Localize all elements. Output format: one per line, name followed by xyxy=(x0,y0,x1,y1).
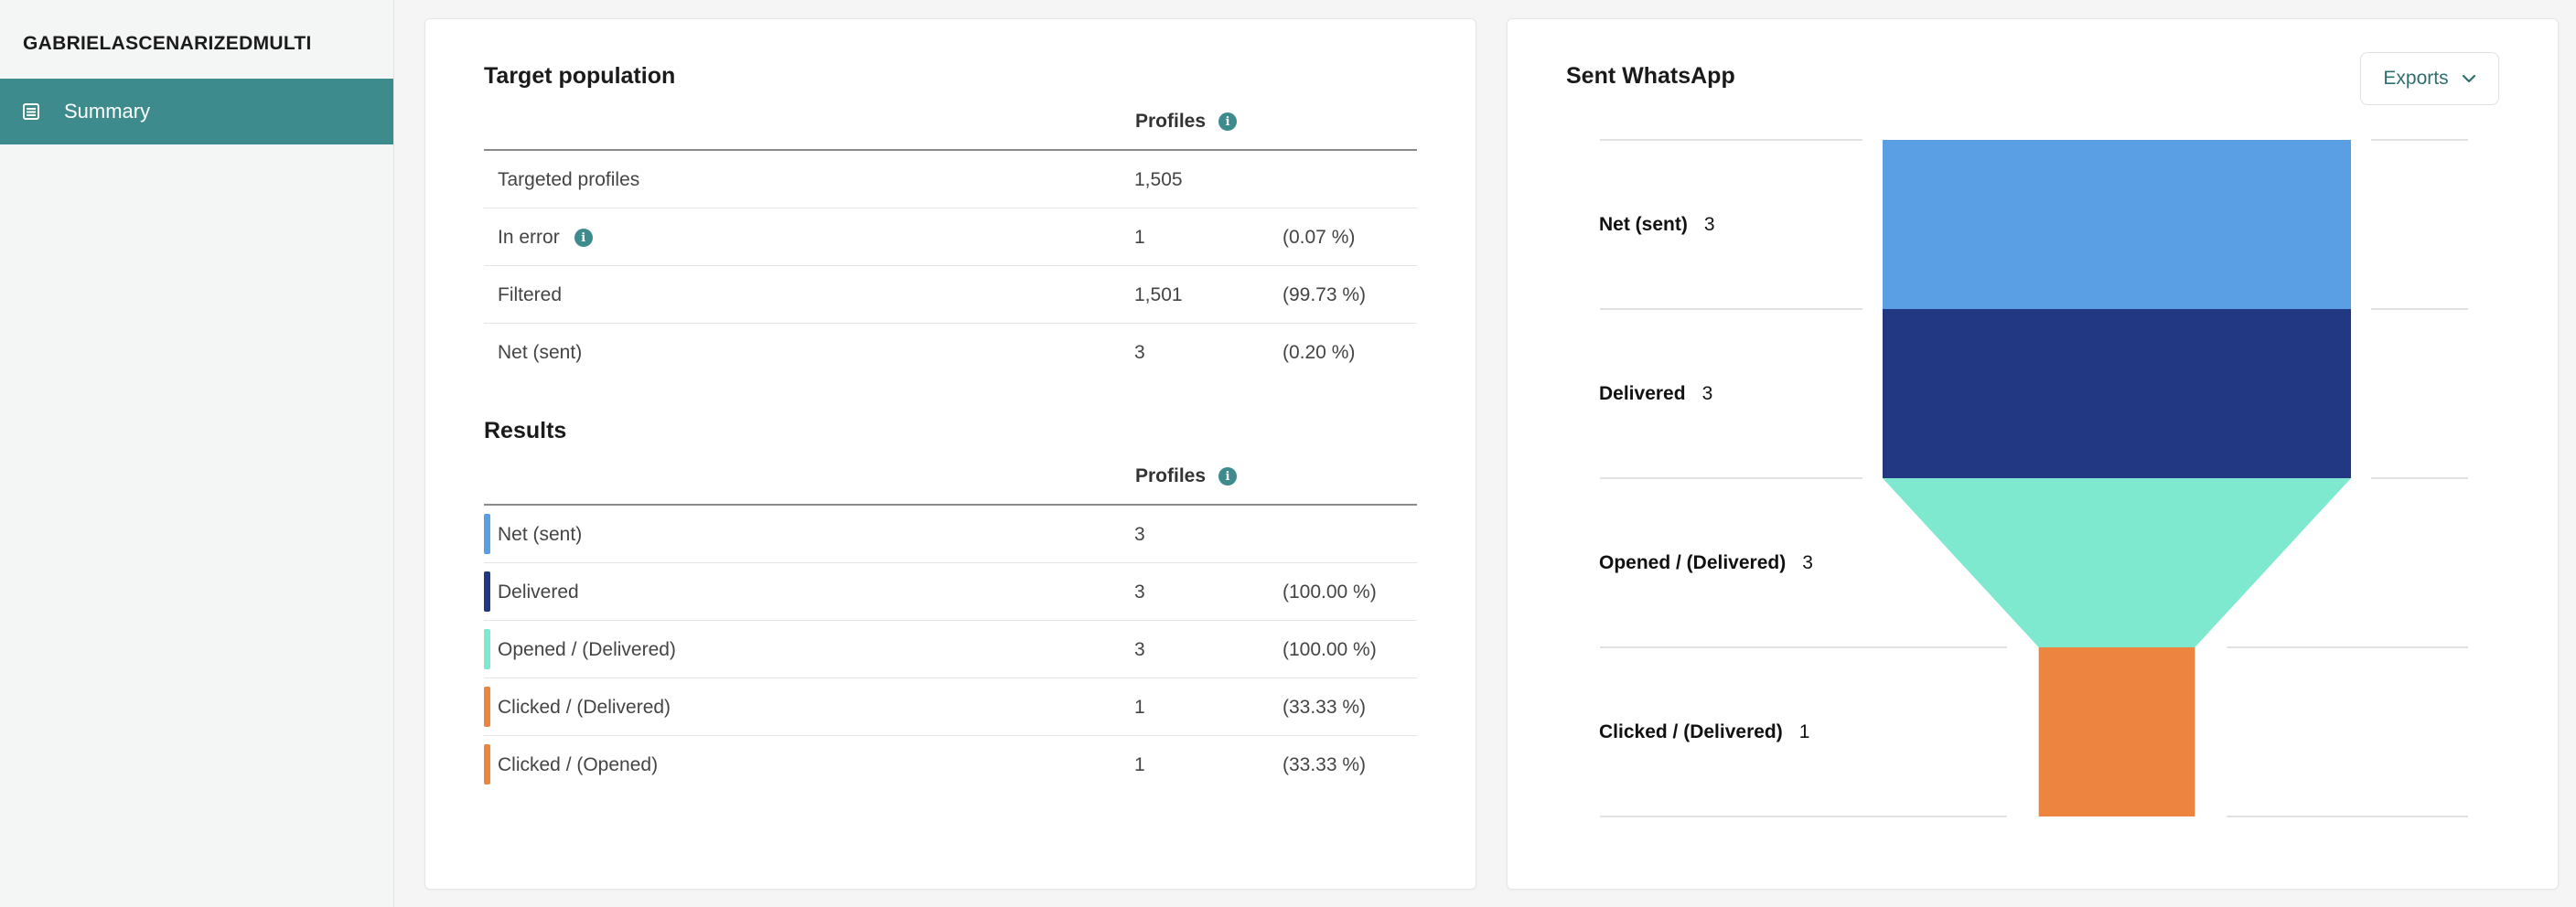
results-table: Net (sent) 3 Delivered 3 (100.00 %) Opened / … xyxy=(484,504,1417,793)
results-profiles-header: Profiles i xyxy=(1135,465,1238,487)
funnel-card: Sent WhatsApp Exports Net (sent) 3 Deliver… xyxy=(1507,18,2559,890)
legend-swatch xyxy=(484,687,490,727)
funnel-stage-2 xyxy=(1883,478,2351,647)
row-label-text: Delivered xyxy=(498,582,579,603)
target-population-title: Target population xyxy=(484,63,676,89)
legend-swatch xyxy=(484,571,490,612)
funnel-stage-label: Net (sent) 3 xyxy=(1599,214,1715,236)
table-row: Delivered 3 (100.00 %) xyxy=(484,563,1417,621)
results-title: Results xyxy=(484,418,567,443)
row-profiles-value: 1,501 xyxy=(1134,284,1183,305)
funnel-stage-value: 3 xyxy=(1701,382,1713,404)
row-label: Targeted profiles xyxy=(498,169,639,191)
row-label-text: Net (sent) xyxy=(498,524,583,545)
row-percentage: (99.73 %) xyxy=(1283,284,1367,305)
legend-swatch xyxy=(484,744,490,784)
list-icon xyxy=(22,102,40,121)
table-row: Net (sent) 3 xyxy=(484,506,1417,563)
app-title: GABRIELASCENARIZEDMULTI xyxy=(23,33,312,54)
funnel-stage-name: Opened / (Delivered) xyxy=(1599,551,1787,573)
funnel-stage-value: 1 xyxy=(1798,720,1810,742)
row-percentage: (33.33 %) xyxy=(1283,754,1367,775)
legend-swatch xyxy=(484,629,490,669)
sidebar: GABRIELASCENARIZEDMULTI Summary xyxy=(0,0,394,907)
target-profiles-header: Profiles i xyxy=(1135,111,1238,133)
row-label-text: Clicked / (Opened) xyxy=(498,754,659,775)
table-row: Opened / (Delivered) 3 (100.00 %) xyxy=(484,621,1417,678)
info-icon[interactable]: i xyxy=(574,229,593,247)
funnel-stage-value: 3 xyxy=(1703,213,1715,235)
table-row: Net (sent) 3 (0.20 %) xyxy=(484,324,1417,380)
row-percentage: (0.07 %) xyxy=(1283,227,1356,248)
row-label: Net (sent) xyxy=(498,524,582,546)
row-label-text: Targeted profiles xyxy=(498,169,640,190)
funnel-stage-label: Delivered 3 xyxy=(1599,383,1712,405)
row-percentage: (100.00 %) xyxy=(1283,582,1377,603)
row-percentage: (0.20 %) xyxy=(1283,342,1356,363)
column-header-label: Profiles xyxy=(1135,465,1207,486)
row-profiles-value: 3 xyxy=(1134,582,1145,603)
row-label-text: Net (sent) xyxy=(498,342,583,363)
funnel-stage-name: Delivered xyxy=(1599,382,1686,404)
funnel-stage-name: Clicked / (Delivered) xyxy=(1599,720,1783,742)
funnel-stage-0 xyxy=(1883,140,2351,309)
row-profiles-value: 3 xyxy=(1134,524,1145,545)
row-profiles-value: 1 xyxy=(1134,754,1145,775)
funnel-stage-1 xyxy=(1883,309,2351,478)
funnel-stage-value: 3 xyxy=(1802,551,1813,573)
row-label: Filtered xyxy=(498,284,562,306)
row-label: Clicked / (Opened) xyxy=(498,754,658,776)
row-label: Net (sent) xyxy=(498,342,582,364)
info-icon[interactable]: i xyxy=(1218,112,1238,131)
table-row: In error i 1 (0.07 %) xyxy=(484,208,1417,266)
funnel-stage-3 xyxy=(2038,647,2195,816)
table-row: Clicked / (Opened) 1 (33.33 %) xyxy=(484,736,1417,793)
row-label: In error i xyxy=(498,227,593,249)
table-row: Clicked / (Delivered) 1 (33.33 %) xyxy=(484,678,1417,736)
table-row: Filtered 1,501 (99.73 %) xyxy=(484,266,1417,324)
funnel-chart xyxy=(1600,139,2468,817)
row-profiles-value: 1 xyxy=(1134,227,1145,248)
row-label-text: Clicked / (Delivered) xyxy=(498,697,671,718)
table-row: Targeted profiles 1,505 xyxy=(484,151,1417,208)
sidebar-item-summary[interactable]: Summary xyxy=(0,79,393,144)
target-population-table: Targeted profiles 1,505 In error i 1 (0.07 %)… xyxy=(484,149,1417,380)
row-label-text: In error xyxy=(498,227,560,248)
info-icon[interactable]: i xyxy=(1218,467,1238,486)
row-profiles-value: 1 xyxy=(1134,697,1145,718)
row-profiles-value: 3 xyxy=(1134,342,1145,363)
row-label-text: Opened / (Delivered) xyxy=(498,639,676,660)
row-label: Clicked / (Delivered) xyxy=(498,697,671,719)
row-profiles-value: 3 xyxy=(1134,639,1145,660)
row-percentage: (33.33 %) xyxy=(1283,697,1367,718)
row-percentage: (100.00 %) xyxy=(1283,639,1377,660)
funnel-stage-label: Opened / (Delivered) 3 xyxy=(1599,552,1813,574)
sidebar-item-label: Summary xyxy=(64,100,151,123)
summary-tables-card: Target population Profiles i Targeted pr… xyxy=(424,18,1476,890)
row-profiles-value: 1,505 xyxy=(1134,169,1183,190)
row-label: Opened / (Delivered) xyxy=(498,639,676,661)
funnel-stage-name: Net (sent) xyxy=(1599,213,1688,235)
row-label: Delivered xyxy=(498,582,579,603)
column-header-label: Profiles xyxy=(1135,111,1207,132)
legend-swatch xyxy=(484,514,490,554)
funnel-stage-label: Clicked / (Delivered) 1 xyxy=(1599,721,1809,743)
row-label-text: Filtered xyxy=(498,284,563,305)
